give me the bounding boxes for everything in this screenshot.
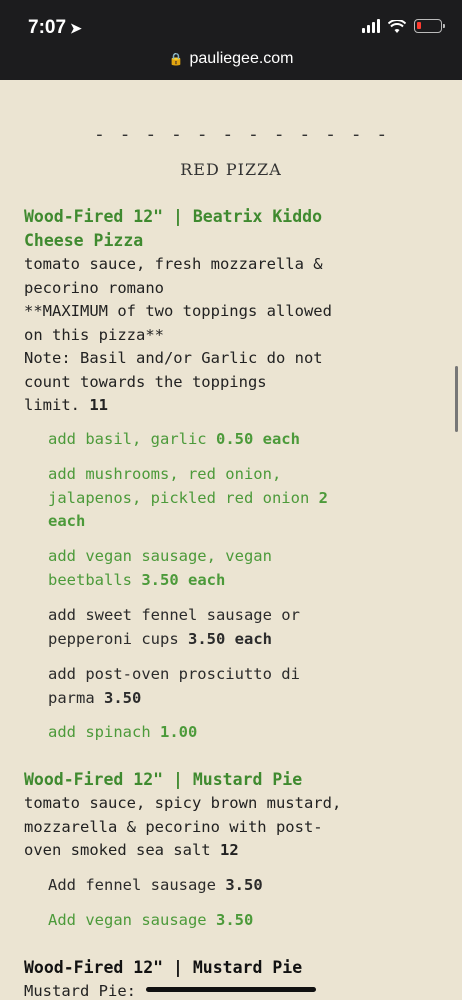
addon-price: 2 xyxy=(318,488,328,507)
item-price: 11 xyxy=(89,396,109,414)
item-desc-line: **MAXIMUM of two toppings allowed xyxy=(24,302,332,320)
addon-vegan-sausage: add vegan sausage, vegan beetballs 3.50 … xyxy=(48,547,272,589)
item-title: Wood-Fired 12" | Mustard Pie xyxy=(24,770,303,789)
addon-fennel-sausage: Add fennel sausage 3.50 xyxy=(48,876,263,894)
addon-fennel-pepperoni: add sweet fennel sausage or pepperoni cu… xyxy=(48,606,300,648)
item-price: 12 xyxy=(219,841,239,859)
item-title-line2: Cheese Pizza xyxy=(24,231,144,250)
addon-vegan-sausage-2: Add vegan sausage 3.50 xyxy=(48,911,254,929)
item-title: Wood-Fired 12" | Beatrix Kiddo xyxy=(24,207,323,226)
item-desc-line: mozzarella & pecorino with post- xyxy=(24,817,323,836)
item-desc-line: tomato sauce, spicy brown mustard, xyxy=(24,794,342,812)
menu-item-beatrix-kiddo: Wood-Fired 12" | Beatrix Kiddo Cheese Pi… xyxy=(24,205,444,418)
item-desc-line: limit. 11 xyxy=(24,396,109,414)
status-icons xyxy=(362,19,445,33)
addon-price: 3.50 each xyxy=(188,629,272,648)
item-desc-line: on this pizza** xyxy=(24,325,164,344)
item-desc-line: count towards the toppings xyxy=(24,372,267,391)
addon-basil-garlic: add basil, garlic 0.50 each xyxy=(48,430,300,448)
addon-price: 3.50 xyxy=(215,911,254,929)
home-indicator[interactable] xyxy=(146,987,316,992)
addon-spinach: add spinach 1.00 xyxy=(48,723,198,741)
status-and-address-bar: 7:07 ➤ 🔒 pauliegee.com xyxy=(0,0,462,80)
status-time: 7:07 ➤ xyxy=(28,17,82,38)
address-bar[interactable]: 🔒 pauliegee.com xyxy=(0,50,462,68)
divider: - - - - - - - - - - - - xyxy=(94,124,390,145)
cellular-signal-icon xyxy=(362,19,380,33)
item-desc-line: tomato sauce, fresh mozzarella & xyxy=(24,255,323,273)
location-arrow-icon: ➤ xyxy=(70,20,82,36)
menu-item-mustard-pie: Wood-Fired 12" | Mustard Pie tomato sauc… xyxy=(24,768,444,863)
addon-prosciutto: add post-oven prosciutto di parma 3.50 xyxy=(48,665,300,707)
addon-price: 3.50 xyxy=(225,876,263,894)
battery-icon xyxy=(414,19,445,33)
addon-price: 0.50 each xyxy=(215,430,300,448)
section-title: RED PIZZA xyxy=(180,160,282,179)
item-title: Wood-Fired 12" | Mustard Pie xyxy=(24,958,303,977)
addon-price: 1.00 xyxy=(160,723,198,741)
addon-price-suffix: each xyxy=(48,512,86,530)
url-text: pauliegee.com xyxy=(189,50,294,67)
addon-price: 3.50 each xyxy=(141,570,226,589)
item-desc-line: pecorino romano xyxy=(24,278,164,297)
menu-item-mustard-pie-2: Wood-Fired 12" | Mustard Pie Mustard Pie… xyxy=(24,956,444,1000)
addon-price: 3.50 xyxy=(104,688,142,707)
item-desc-line: oven smoked sea salt 12 xyxy=(24,841,239,859)
scrollbar[interactable] xyxy=(455,366,458,432)
wifi-icon xyxy=(387,19,407,33)
item-desc-line: Note: Basil and/or Garlic do not xyxy=(24,349,323,367)
addon-mushrooms: add mushrooms, red onion, jalapenos, pic… xyxy=(48,463,448,534)
lock-icon: 🔒 xyxy=(168,52,184,66)
menu-page: - - - - - - - - - - - - RED PIZZA Wood-F… xyxy=(0,80,462,1000)
